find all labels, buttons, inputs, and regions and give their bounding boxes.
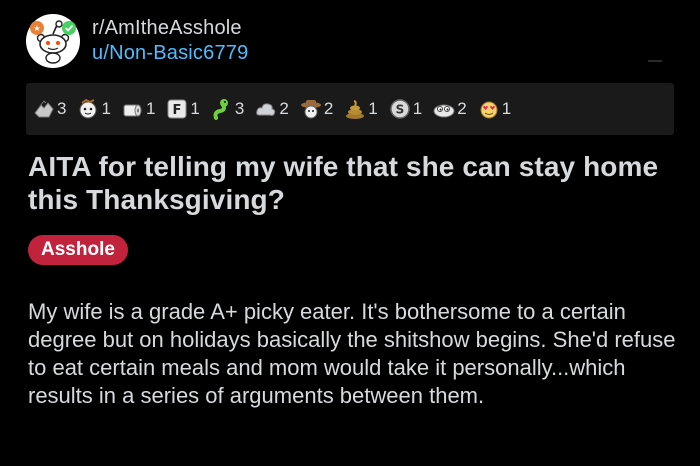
award-item[interactable]: 2 [254, 97, 289, 121]
award-item[interactable]: 1 [121, 97, 155, 121]
post-header: ★ r/AmItheAsshole u/Non-Basic6779 [26, 14, 248, 68]
subreddit-avatar[interactable]: ★ [26, 14, 80, 68]
snoo-icon: ★ [30, 20, 76, 64]
svg-text:F: F [173, 103, 182, 118]
award-item[interactable]: 3 [32, 97, 66, 121]
s-coin-award-icon: S [388, 97, 412, 121]
award-count: 1 [190, 99, 200, 118]
header-text: r/AmItheAsshole u/Non-Basic6779 [92, 17, 248, 65]
award-item[interactable]: 3 [210, 97, 244, 121]
poop-award-icon [343, 97, 367, 121]
hands-award-icon [32, 97, 56, 121]
award-item[interactable]: S 1 [388, 97, 422, 121]
snake-award-icon [210, 97, 234, 121]
award-count: 2 [323, 99, 334, 118]
award-item[interactable]: 1 [343, 97, 378, 121]
award-item[interactable]: 1 [477, 97, 511, 121]
author-username[interactable]: u/Non-Basic6779 [92, 41, 248, 65]
eyes-award-icon [432, 97, 456, 121]
heart-eyes-award-icon [477, 97, 501, 121]
award-count: 3 [234, 99, 245, 118]
award-count: 1 [145, 99, 156, 118]
svg-text:S: S [395, 103, 404, 117]
award-count: 1 [501, 99, 512, 118]
subreddit-name[interactable]: r/AmItheAsshole [92, 17, 248, 39]
awards-bar[interactable]: 3 1 1 F 1 3 2 2 1 S 1 2 1 [26, 83, 674, 135]
award-item[interactable]: 2 [299, 97, 333, 121]
cowboy-award-icon [299, 97, 323, 121]
face-award-icon [76, 97, 100, 121]
award-item[interactable]: 2 [432, 97, 467, 121]
award-count: 1 [412, 99, 423, 118]
post-flair[interactable]: Asshole [28, 235, 128, 265]
award-count: 3 [57, 99, 67, 118]
post-screen: ★ r/AmItheAsshole u/Non-Basic6779 3 1 1 … [0, 0, 700, 466]
award-count: 2 [457, 99, 467, 118]
cloud-award-icon [254, 97, 278, 121]
divider [648, 60, 662, 62]
award-count: 1 [101, 99, 111, 118]
toilet-paper-award-icon [121, 97, 145, 121]
award-count: 2 [279, 99, 289, 118]
award-item[interactable]: 1 [76, 97, 111, 121]
award-item[interactable]: F 1 [165, 97, 200, 121]
f-key-award-icon: F [165, 97, 189, 121]
svg-text:★: ★ [33, 24, 40, 33]
award-count: 1 [368, 99, 378, 118]
post-title[interactable]: AITA for telling my wife that she can st… [28, 150, 678, 216]
post-body: My wife is a grade A+ picky eater. It's … [28, 299, 676, 408]
